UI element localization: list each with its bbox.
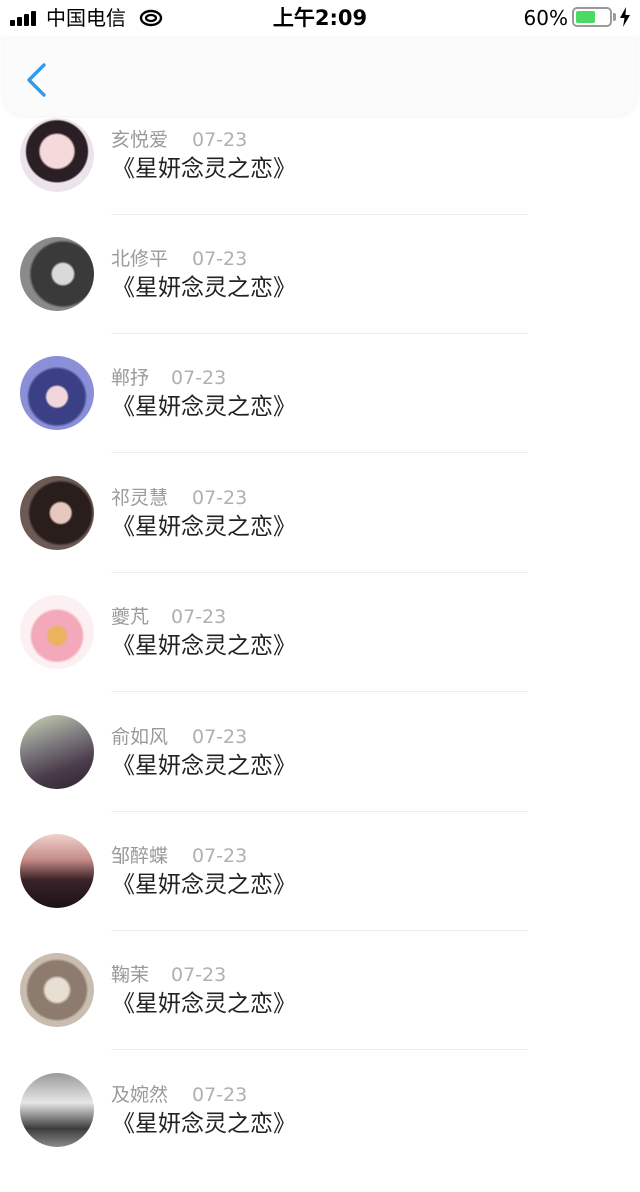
post-date: 07-23 xyxy=(192,726,248,748)
divider xyxy=(111,811,528,812)
user-name[interactable]: 鞠茉 xyxy=(111,963,149,987)
post-date: 07-23 xyxy=(171,606,227,628)
post-date: 07-23 xyxy=(192,248,248,270)
list-item[interactable]: 俞如风 07-23 《星妍念灵之恋》 xyxy=(0,715,640,834)
post-date: 07-23 xyxy=(192,129,248,151)
user-name[interactable]: 夔芃 xyxy=(111,605,149,629)
battery-percent: 60% xyxy=(523,6,568,30)
avatar[interactable] xyxy=(20,715,94,789)
post-title[interactable]: 《星妍念灵之恋》 xyxy=(112,751,296,781)
post-date: 07-23 xyxy=(192,845,248,867)
list-item[interactable]: 及婉然 07-23 《星妍念灵之恋》 xyxy=(0,1073,640,1192)
user-name[interactable]: 及婉然 xyxy=(111,1083,168,1107)
post-date: 07-23 xyxy=(171,964,227,986)
list-item[interactable]: 郸抒 07-23 《星妍念灵之恋》 xyxy=(0,356,640,475)
post-title[interactable]: 《星妍念灵之恋》 xyxy=(112,512,296,542)
user-name[interactable]: 俞如风 xyxy=(111,725,168,749)
avatar[interactable] xyxy=(20,476,94,550)
avatar[interactable] xyxy=(20,953,94,1027)
post-title[interactable]: 《星妍念灵之恋》 xyxy=(112,631,296,661)
divider xyxy=(111,452,528,453)
battery-tip xyxy=(613,13,616,21)
status-bar: 中国电信 上午2:09 60% xyxy=(0,0,640,36)
nav-bar xyxy=(2,30,638,116)
post-date: 07-23 xyxy=(192,1084,248,1106)
post-title[interactable]: 《星妍念灵之恋》 xyxy=(112,1109,296,1139)
post-title[interactable]: 《星妍念灵之恋》 xyxy=(112,273,296,303)
divider xyxy=(111,214,528,215)
divider xyxy=(111,333,528,334)
user-name[interactable]: 邹醉蝶 xyxy=(111,844,168,868)
avatar[interactable] xyxy=(20,834,94,908)
user-name[interactable]: 郸抒 xyxy=(111,366,149,390)
battery-level xyxy=(576,11,595,23)
list-item[interactable]: 邹醉蝶 07-23 《星妍念灵之恋》 xyxy=(0,834,640,953)
list-item[interactable]: 亥悦爱 07-23 《星妍念灵之恋》 xyxy=(0,118,640,237)
post-date: 07-23 xyxy=(192,487,248,509)
post-title[interactable]: 《星妍念灵之恋》 xyxy=(112,154,296,184)
post-title[interactable]: 《星妍念灵之恋》 xyxy=(112,870,296,900)
user-name[interactable]: 北修平 xyxy=(111,247,168,271)
list-item[interactable]: 祁灵慧 07-23 《星妍念灵之恋》 xyxy=(0,476,640,595)
avatar[interactable] xyxy=(20,1073,94,1147)
post-date: 07-23 xyxy=(171,367,227,389)
battery-icon xyxy=(572,7,612,27)
avatar[interactable] xyxy=(20,118,94,192)
user-name[interactable]: 祁灵慧 xyxy=(111,486,168,510)
divider xyxy=(111,1049,528,1050)
avatar[interactable] xyxy=(20,237,94,311)
list-item[interactable]: 北修平 07-23 《星妍念灵之恋》 xyxy=(0,237,640,356)
charging-icon xyxy=(620,7,630,27)
list-item[interactable]: 夔芃 07-23 《星妍念灵之恋》 xyxy=(0,595,640,714)
list-item[interactable]: 鞠茉 07-23 《星妍念灵之恋》 xyxy=(0,953,640,1072)
avatar[interactable] xyxy=(20,595,94,669)
divider xyxy=(111,572,528,573)
post-title[interactable]: 《星妍念灵之恋》 xyxy=(112,989,296,1019)
divider xyxy=(111,930,528,931)
chevron-left-icon[interactable] xyxy=(18,60,54,100)
divider xyxy=(111,691,528,692)
user-name[interactable]: 亥悦爱 xyxy=(111,128,168,152)
post-title[interactable]: 《星妍念灵之恋》 xyxy=(112,392,296,422)
avatar[interactable] xyxy=(20,356,94,430)
